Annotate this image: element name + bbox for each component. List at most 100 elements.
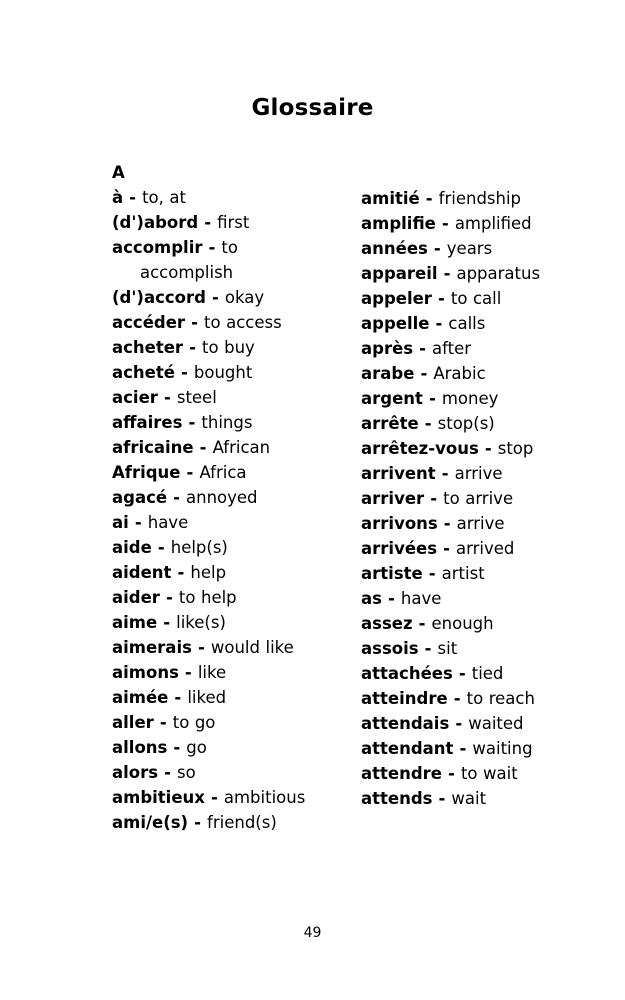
glossary-separator: - <box>452 664 472 683</box>
glossary-term: aident <box>112 563 172 582</box>
glossary-definition: to buy <box>202 338 255 357</box>
glossary-term: as <box>361 589 382 608</box>
glossary-term: allons <box>112 738 168 757</box>
glossary-term: appelle <box>361 314 430 333</box>
glossary-definition: Arabic <box>433 364 486 383</box>
glossary-entry: arrivées - arrived <box>361 536 567 561</box>
glossary-entry: aime - like(s) <box>112 610 312 635</box>
glossary-term: arrivées <box>361 539 438 558</box>
glossary-entry: après - after <box>361 336 567 361</box>
glossary-entry: amplifie - amplified <box>361 211 567 236</box>
glossary-term: alors <box>112 763 159 782</box>
glossary-term: ami/e(s) <box>112 813 189 832</box>
glossary-separator: - <box>159 588 179 607</box>
glossary-term: aimons <box>112 663 179 682</box>
glossary-separator: - <box>198 213 218 232</box>
glossary-separator: - <box>447 689 467 708</box>
glossary-definition: like <box>197 663 227 682</box>
glossary-definition: help(s) <box>170 538 228 557</box>
glossary-entry-list-right: amitié - friendship amplifie - amplified a… <box>361 186 567 811</box>
glossary-term: attends <box>361 789 433 808</box>
glossary-entry: appelle - calls <box>361 311 567 336</box>
glossary-entry: aller - to go <box>112 710 312 735</box>
glossary-entry: aider - to help <box>112 585 312 610</box>
glossary-definition: money <box>441 389 499 408</box>
glossary-definition: years <box>446 239 493 258</box>
glossary-separator: - <box>437 264 457 283</box>
glossary-entry: arrivons - arrive <box>361 511 567 536</box>
glossary-definition: amplified <box>454 214 532 233</box>
glossary-term: (d')accord <box>112 288 206 307</box>
glossary-separator: - <box>191 638 211 657</box>
glossary-definition: annoyed <box>186 488 258 507</box>
glossary-term: appeler <box>361 289 432 308</box>
glossary-entry: accomplir - to accomplish <box>112 235 312 285</box>
glossary-entry: agacé - annoyed <box>112 485 312 510</box>
glossary-term: Afrique <box>112 463 181 482</box>
glossary-separator: - <box>419 189 439 208</box>
glossary-entry-list-left: à - to, at (d')abord - first accomplir - t… <box>112 185 312 835</box>
glossary-definition: friendship <box>438 189 522 208</box>
glossary-entry: arabe - Arabic <box>361 361 567 386</box>
section-letter-heading: A <box>112 163 125 182</box>
glossary-separator: - <box>157 388 177 407</box>
glossary-entry: assois - sit <box>361 636 567 661</box>
glossary-entry: attachées - tied <box>361 661 567 686</box>
glossary-entry: ambitieux - ambitious <box>112 785 312 810</box>
glossary-term: acheté <box>112 363 175 382</box>
glossary-separator: - <box>158 763 178 782</box>
glossary-page: Glossaire A à - to, at (d')abord - first a… <box>0 0 625 1000</box>
glossary-separator: - <box>413 339 433 358</box>
glossary-entry: atteindre - to reach <box>361 686 567 711</box>
glossary-definition: friend(s) <box>207 813 277 832</box>
glossary-entry: africaine - African <box>112 435 312 460</box>
glossary-term: à <box>112 188 124 207</box>
glossary-separator: - <box>167 488 186 507</box>
glossary-term: attachées <box>361 664 453 683</box>
glossary-term: arabe <box>361 364 415 383</box>
glossary-entry: attendant - waiting <box>361 736 567 761</box>
glossary-definition: steel <box>176 388 217 407</box>
glossary-definition: to arrive <box>443 489 514 508</box>
glossary-term: accomplir <box>112 238 203 257</box>
glossary-term: aide <box>112 538 152 557</box>
glossary-separator: - <box>171 563 191 582</box>
glossary-entry: (d')accord - okay <box>112 285 312 310</box>
glossary-separator: - <box>204 788 224 807</box>
glossary-definition: have <box>400 589 442 608</box>
glossary-definition: waited <box>468 714 524 733</box>
glossary-definition: waiting <box>472 739 533 758</box>
glossary-definition: to wait <box>460 764 518 783</box>
glossary-term: agacé <box>112 488 168 507</box>
glossary-separator: - <box>153 713 173 732</box>
glossary-definition: bought <box>193 363 253 382</box>
glossary-entry: amitié - friendship <box>361 186 567 211</box>
glossary-term: accéder <box>112 313 186 332</box>
glossary-definition: ambitious <box>223 788 306 807</box>
glossary-separator: - <box>151 538 171 557</box>
glossary-separator: - <box>431 289 451 308</box>
glossary-column-right: amitié - friendship amplifie - amplified a… <box>361 160 567 811</box>
glossary-entry: attends - wait <box>361 786 567 811</box>
glossary-term: après <box>361 339 414 358</box>
glossary-definition: okay <box>224 288 265 307</box>
glossary-definition: calls <box>448 314 486 333</box>
glossary-entry: appareil - apparatus <box>361 261 567 286</box>
glossary-entry: assez - enough <box>361 611 567 636</box>
page-number: 49 <box>303 925 322 941</box>
glossary-entry: acheté - bought <box>112 360 312 385</box>
glossary-definition: arrive <box>456 514 505 533</box>
glossary-entry: acheter - to buy <box>112 335 312 360</box>
glossary-term: africaine <box>112 438 194 457</box>
glossary-entry: arrêtez-vous - stop <box>361 436 567 461</box>
glossary-entry: (d')abord - first <box>112 210 312 235</box>
glossary-separator: - <box>432 789 452 808</box>
glossary-entry: aimée - liked <box>112 685 312 710</box>
glossary-separator: - <box>453 739 473 758</box>
glossary-separator: - <box>429 314 449 333</box>
glossary-definition: to go <box>172 713 216 732</box>
glossary-term: arrête <box>361 414 419 433</box>
glossary-separator: - <box>449 714 469 733</box>
glossary-entry: aide - help(s) <box>112 535 312 560</box>
glossary-separator: - <box>435 214 455 233</box>
